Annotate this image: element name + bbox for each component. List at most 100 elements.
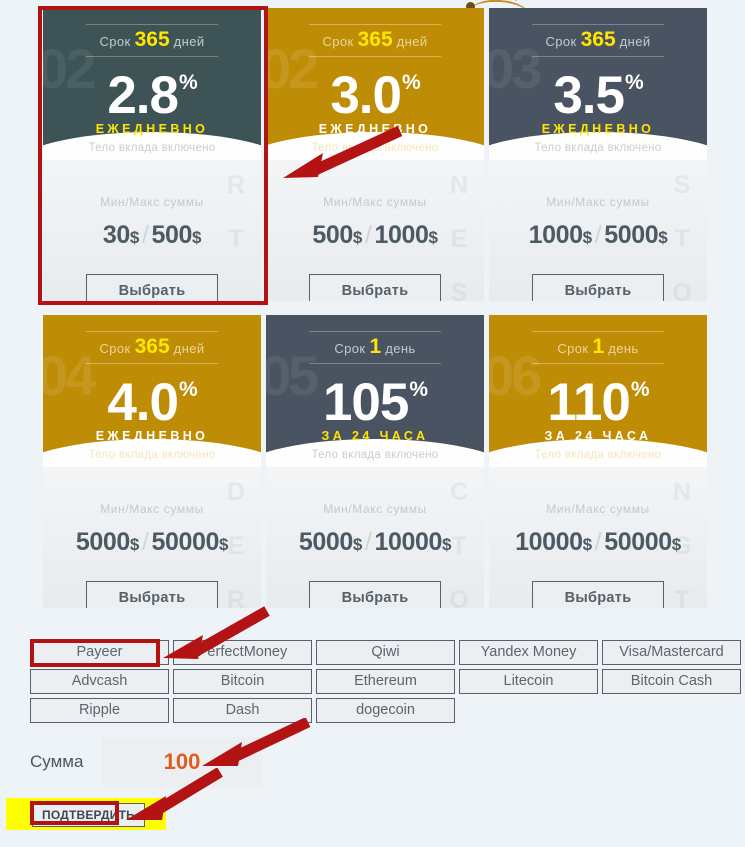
- minmax-separator: /: [364, 528, 372, 556]
- plan-term-value: 1: [369, 335, 382, 358]
- plan-term-suffix: дней: [173, 341, 205, 356]
- percent-sign: %: [179, 71, 198, 94]
- plan-min: 5000: [298, 528, 353, 556]
- payment-method-option[interactable]: Litecoin: [459, 669, 598, 694]
- plan-term-prefix: Срок: [545, 34, 577, 49]
- minmax-separator: /: [594, 528, 602, 556]
- percent-sign: %: [179, 378, 198, 401]
- payment-method-option[interactable]: Qiwi: [316, 640, 455, 665]
- plan-card-head: 04 Срок 365 дней 4.0% ЕЖЕДНЕВНО Тело вклада …: [43, 315, 261, 467]
- minmax-separator: /: [141, 221, 149, 249]
- plan-principal-note: Тело вклада включено: [88, 449, 216, 461]
- amount-label: Сумма: [30, 752, 84, 771]
- plan-min-currency: $: [129, 535, 139, 554]
- percent-sign: %: [630, 378, 650, 401]
- plan-card[interactable]: 02 Срок 365 дней 2.8% ЕЖЕДНЕВНО Тело вклада …: [43, 8, 261, 301]
- payment-method-option[interactable]: PerfectMoney: [173, 640, 312, 665]
- plan-card-head: 06 Срок 1 день 110% ЗА 24 ЧАСА Тело вклада в…: [489, 315, 707, 467]
- plan-term-prefix: Срок: [557, 341, 589, 356]
- plan-period: ЗА 24 ЧАСА: [544, 429, 652, 443]
- plan-rate: 3.5%: [489, 55, 707, 124]
- plan-min: 30: [102, 221, 130, 249]
- plan-term: Срок 365 дней: [86, 24, 218, 57]
- payment-method-option[interactable]: Ripple: [30, 698, 169, 723]
- card-watermark-letters: NGT: [672, 478, 692, 608]
- plan-card[interactable]: 06 Срок 1 день 110% ЗА 24 ЧАСА Тело вклада в…: [489, 315, 707, 608]
- percent-sign: %: [409, 378, 428, 401]
- plan-rate-value: 3.5: [553, 66, 625, 125]
- plan-min: 1000: [528, 221, 583, 249]
- choose-button[interactable]: Выбрать: [309, 274, 441, 301]
- plan-principal-note: Тело вклада включено: [88, 142, 216, 154]
- amount-row: Сумма: [30, 737, 262, 787]
- plan-term-suffix: дней: [619, 34, 651, 49]
- amount-input[interactable]: [102, 737, 262, 787]
- payment-method-list: Payeer PerfectMoney Qiwi Yandex Money Visa/M…: [30, 640, 741, 723]
- payment-method-option[interactable]: Yandex Money: [459, 640, 598, 665]
- payment-method-option[interactable]: dogecoin: [316, 698, 455, 723]
- plan-term-prefix: Срок: [334, 341, 366, 356]
- payment-method-option[interactable]: Payeer: [30, 640, 169, 665]
- choose-button[interactable]: Выбрать: [86, 274, 218, 301]
- plan-term: Срок 365 дней: [532, 24, 664, 57]
- plan-card[interactable]: 04 Срок 365 дней 4.0% ЕЖЕДНЕВНО Тело вклада …: [43, 315, 261, 608]
- card-watermark-letters: NESS: [449, 171, 469, 301]
- plan-period: ЕЖЕДНЕВНО: [541, 122, 655, 136]
- plan-min-currency: $: [352, 535, 362, 554]
- plan-term: Срок 365 дней: [309, 24, 441, 57]
- plan-rate: 110%: [489, 362, 707, 431]
- payment-method-option[interactable]: Bitcoin Cash: [602, 669, 741, 694]
- card-watermark-letters: STOR: [672, 171, 692, 301]
- plan-period: ЕЖЕДНЕВНО: [318, 122, 432, 136]
- plan-max: 5000: [604, 221, 659, 249]
- choose-button[interactable]: Выбрать: [86, 581, 218, 608]
- plan-period: ЕЖЕДНЕВНО: [95, 429, 209, 443]
- percent-sign: %: [625, 71, 644, 94]
- plan-card-head: 02 Срок 365 дней 3.0% ЕЖЕДНЕВНО Тело вклада …: [266, 8, 484, 160]
- card-watermark-letters: DER: [226, 478, 246, 608]
- plan-max-currency: $: [658, 228, 668, 247]
- plan-term: Срок 1 день: [309, 331, 441, 364]
- plan-card-grid: 02 Срок 365 дней 2.8% ЕЖЕДНЕВНО Тело вклада …: [43, 8, 707, 608]
- plan-max: 500: [151, 221, 193, 249]
- plan-term-value: 365: [357, 28, 393, 51]
- plan-max: 10000: [374, 528, 443, 556]
- plan-principal-note: Тело вклада включено: [534, 142, 662, 154]
- plan-term-prefix: Срок: [99, 341, 131, 356]
- plan-min: 10000: [515, 528, 583, 556]
- plan-principal-note: Тело вклада включено: [311, 142, 439, 154]
- plan-term-value: 1: [592, 335, 605, 358]
- choose-button[interactable]: Выбрать: [532, 581, 664, 608]
- plan-term-prefix: Срок: [99, 34, 131, 49]
- payment-method-option[interactable]: Visa/Mastercard: [602, 640, 741, 665]
- plan-rate-value: 110: [547, 373, 631, 432]
- plan-term-value: 365: [580, 28, 616, 51]
- payment-method-option[interactable]: Dash: [173, 698, 312, 723]
- plan-min-currency: $: [582, 535, 592, 554]
- plan-rate-value: 4.0: [107, 373, 179, 432]
- plan-rate: 3.0%: [266, 55, 484, 124]
- plan-principal-note: Тело вклада включено: [311, 449, 439, 461]
- plan-min: 500: [312, 221, 353, 249]
- plan-card[interactable]: 03 Срок 365 дней 3.5% ЕЖЕДНЕВНО Тело вклада …: [489, 8, 707, 301]
- plan-card-head: 05 Срок 1 день 105% ЗА 24 ЧАСА Тело вклада в…: [266, 315, 484, 467]
- plan-principal-note: Тело вклада включено: [534, 449, 662, 461]
- payment-method-option[interactable]: Bitcoin: [173, 669, 312, 694]
- payment-method-option[interactable]: Advcash: [30, 669, 169, 694]
- plan-period: ЗА 24 ЧАСА: [321, 429, 429, 443]
- submit-button[interactable]: ПОДТВЕРДИТЬ: [32, 803, 145, 827]
- choose-button[interactable]: Выбрать: [309, 581, 441, 608]
- plan-choose-wrap: Выбрать: [43, 274, 261, 301]
- payment-method-option[interactable]: Ethereum: [316, 669, 455, 694]
- plan-card[interactable]: 05 Срок 1 день 105% ЗА 24 ЧАСА Тело вклада в…: [266, 315, 484, 608]
- plan-term-value: 365: [134, 28, 170, 51]
- plan-rate-value: 2.8: [107, 66, 179, 125]
- plan-term-suffix: день: [608, 341, 639, 356]
- plan-term-suffix: дней: [396, 34, 428, 49]
- plan-min-currency: $: [129, 228, 139, 247]
- plan-max: 50000: [151, 528, 220, 556]
- plan-term-suffix: дней: [173, 34, 205, 49]
- choose-button[interactable]: Выбрать: [532, 274, 664, 301]
- plan-card[interactable]: 02 Срок 365 дней 3.0% ЕЖЕДНЕВНО Тело вклада …: [266, 8, 484, 301]
- plan-rate: 4.0%: [43, 362, 261, 431]
